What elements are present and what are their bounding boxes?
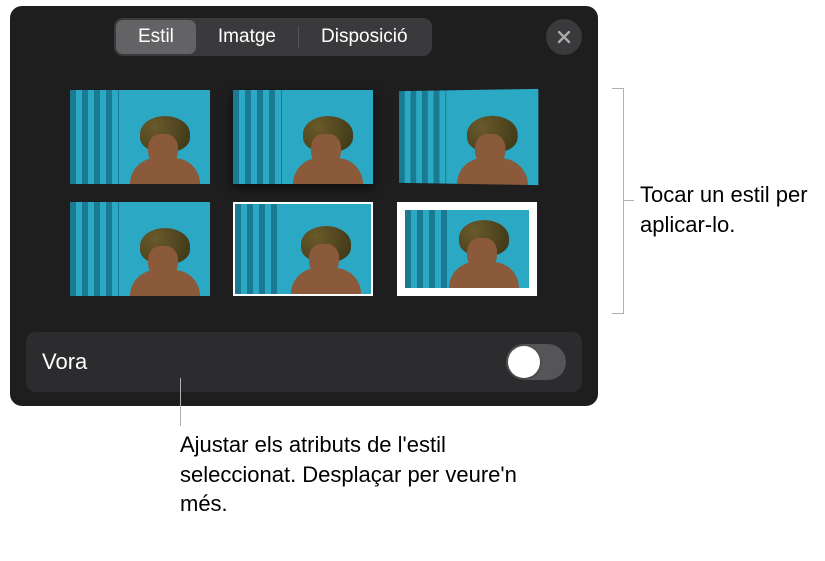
tab-style[interactable]: Estil <box>116 20 196 54</box>
close-button[interactable] <box>546 19 582 55</box>
callout-adjust-attrs: Ajustar els atributs de l'estil seleccio… <box>180 430 540 519</box>
style-option-plain[interactable] <box>70 90 210 184</box>
style-option-shadow[interactable] <box>233 90 373 184</box>
lead-attrs <box>180 378 181 426</box>
border-label: Vora <box>42 349 506 375</box>
close-icon <box>556 29 572 45</box>
tab-layout[interactable]: Disposició <box>299 20 430 54</box>
lead-styles <box>624 200 634 201</box>
style-option-thin-border[interactable] <box>233 202 373 296</box>
border-setting-row: Vora <box>26 332 582 392</box>
toggle-knob <box>508 346 540 378</box>
tab-image[interactable]: Imatge <box>196 20 298 54</box>
border-toggle[interactable] <box>506 344 566 380</box>
style-option-reflection[interactable] <box>70 202 210 296</box>
format-panel: Estil Imatge Disposició <box>10 6 598 406</box>
style-option-thick-border[interactable] <box>397 202 537 296</box>
style-grid <box>10 64 598 314</box>
tab-bar: Estil Imatge Disposició <box>10 6 598 64</box>
style-option-tilted[interactable] <box>399 89 538 185</box>
tab-group: Estil Imatge Disposició <box>114 18 432 56</box>
bracket-styles <box>612 88 624 314</box>
callout-tap-style: Tocar un estil per aplicar-lo. <box>640 180 820 239</box>
